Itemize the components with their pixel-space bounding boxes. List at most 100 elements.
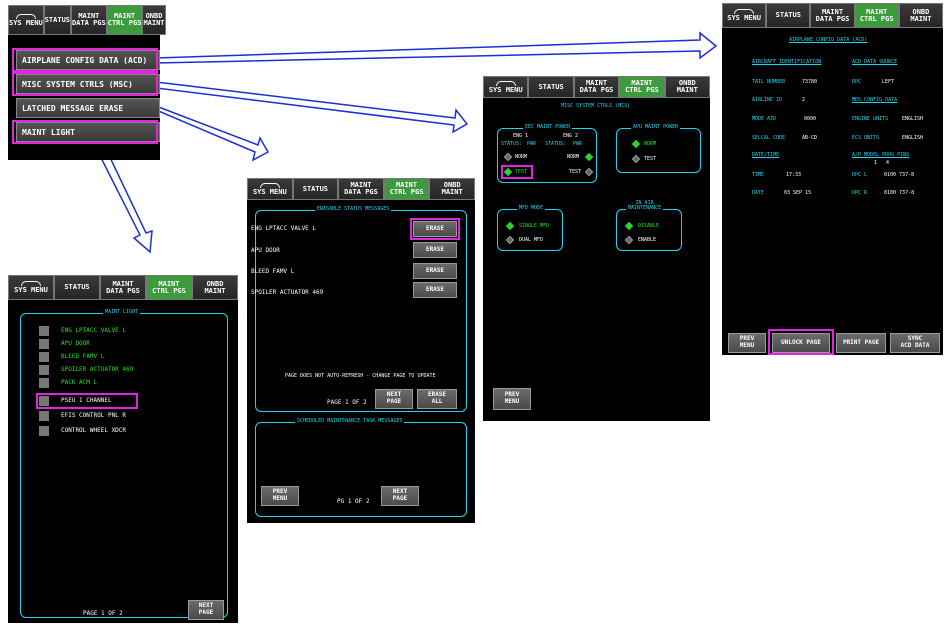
tab-sys-menu[interactable]: SYS MENU: [483, 76, 529, 98]
tab-label: SYS MENU: [488, 85, 523, 94]
airline-id-label: AIRLINE ID: [752, 97, 783, 103]
checkbox-pack-acm[interactable]: [39, 378, 49, 388]
button-label: ERASE: [425, 285, 445, 293]
checkbox-bleed-famv[interactable]: [39, 352, 49, 362]
in-air-title-line: MAINTENANCE: [628, 205, 662, 211]
checkbox-control-wheel[interactable]: [39, 426, 49, 436]
erase-button[interactable]: ERASE: [413, 242, 457, 258]
tab-status[interactable]: STATUS: [292, 178, 339, 200]
tab-sys-menu[interactable]: SYS MENU: [8, 5, 44, 35]
refresh-note: PAGE DOES NOT AUTO-REFRESH - CHANGE PAGE…: [285, 373, 436, 379]
erasable-messages-title: ERASABLE STATUS MESSAGES: [315, 206, 392, 212]
tab-label: STATUS: [44, 15, 71, 24]
tab-maint-data-pgs[interactable]: MAINT DATA PGS: [338, 178, 384, 200]
pwr-label: PWR: [573, 141, 583, 147]
maint-light-box: [20, 313, 228, 618]
next-page-button[interactable]: NEXT PAGE: [188, 600, 224, 620]
tab-label: CTRL PGS: [389, 188, 424, 196]
tab-maint-ctrl-pgs[interactable]: MAINT CTRL PGS: [106, 5, 143, 35]
aircraft-identification-heading: AIRCRAFT IDENTIFICATION: [752, 59, 822, 65]
tab-maint-data-pgs[interactable]: MAINT DATA PGS: [573, 76, 620, 98]
latched-erase-panel: SYS MENU STATUS MAINT DATA PGS MAINT CTRL …: [247, 178, 475, 523]
dpc-r-label: DPC R: [852, 190, 868, 196]
in-air-maintenance-box: [616, 209, 682, 251]
tab-label: DATA PGS: [344, 188, 378, 196]
single-mfd-label: SINGLE MFD: [519, 223, 550, 229]
ecs-units-label: ECS UNITS: [852, 135, 880, 141]
status-label: STATUS:: [545, 141, 567, 147]
tab-maint-ctrl-pgs[interactable]: MAINT CTRL PGS: [619, 76, 665, 98]
erase-button[interactable]: ERASE: [413, 263, 457, 279]
erase-all-button[interactable]: ERASE ALL: [417, 389, 457, 409]
page-indicator: PAGE 1 OF 2: [83, 610, 123, 617]
selcal-code-value: AB-CD: [802, 135, 818, 141]
prev-menu-button[interactable]: PREV MENU: [728, 333, 766, 353]
sync-acd-data-button[interactable]: SYNC ACD DATA: [890, 333, 940, 353]
apu-title: APU MAINT POWER: [631, 124, 681, 130]
tab-status[interactable]: STATUS: [54, 275, 100, 300]
highlight-test: [501, 165, 533, 179]
prev-menu-button[interactable]: PREV MENU: [493, 388, 531, 410]
pin-1-label: 1: [874, 160, 878, 166]
mfd-mode-box: [497, 209, 563, 251]
eec-title: EEC MAINT POWER: [523, 124, 573, 130]
tab-status[interactable]: STATUS: [43, 5, 72, 35]
menu-item-latched-erase[interactable]: LATCHED MESSAGE ERASE: [16, 98, 160, 118]
tab-label: CTRL PGS: [859, 14, 894, 23]
highlight-unlock: [768, 329, 834, 355]
highlight-maint-light: [12, 120, 158, 144]
tab-sys-menu[interactable]: SYS MENU: [722, 3, 767, 28]
tab-maint-ctrl-pgs[interactable]: MAINT CTRL PGS: [854, 3, 899, 28]
apu-norm-label: NORM: [644, 141, 657, 147]
button-label: ERASE: [425, 245, 445, 253]
checkbox-spoiler[interactable]: [39, 365, 49, 375]
tab-onbd-maint[interactable]: ONBD MAINT: [898, 3, 944, 28]
item-label: SPOILER ACTUATOR 469: [61, 366, 134, 373]
tab-status[interactable]: STATUS: [766, 3, 811, 28]
checkbox-eng-lptacc[interactable]: [39, 326, 49, 336]
engine-units-label: ENGINE UNITS: [852, 116, 889, 122]
status-label: STATUS:: [501, 141, 523, 147]
print-page-button[interactable]: PRINT PAGE: [836, 333, 886, 353]
home-arc-icon: [259, 182, 280, 188]
tab-label: STATUS: [775, 11, 801, 19]
next-page-button[interactable]: NEXT PAGE: [375, 389, 413, 409]
item-label: EFIS CONTROL PNL R: [61, 412, 127, 419]
tab-sys-menu[interactable]: SYS MENU: [247, 178, 293, 200]
mds-config-heading: MDS CONFIG DATA: [852, 97, 898, 103]
prev-menu-button[interactable]: PREV MENU: [261, 486, 299, 506]
button-label: PRINT PAGE: [842, 338, 880, 346]
erase-button[interactable]: ERASE: [413, 282, 457, 298]
tab-bar: SYS MENU STATUS MAINT DATA PGS MAINT CTRL …: [8, 5, 166, 35]
next-page-button[interactable]: NEXT PAGE: [381, 486, 419, 506]
button-label: MENU: [272, 495, 288, 502]
item-label: APU DOOR: [61, 340, 90, 347]
enable-label: ENABLE: [638, 237, 657, 243]
pin-4-label: 4: [886, 160, 890, 166]
mode-a3d-value: 0000: [804, 116, 817, 122]
tab-label: DATA PGS: [815, 14, 850, 23]
tab-sys-menu[interactable]: SYS MENU: [8, 275, 54, 300]
tab-status[interactable]: STATUS: [528, 76, 574, 98]
maint-light-panel: SYS MENU STATUS MAINT DATA PGS MAINT CTRL …: [8, 275, 238, 623]
tab-onbd-maint[interactable]: ONBD MAINT: [429, 178, 475, 200]
tab-maint-ctrl-pgs[interactable]: MAINT CTRL PGS: [383, 178, 430, 200]
tab-label: DATA PGS: [106, 286, 140, 295]
arrow-to-acd: [155, 31, 718, 64]
apu-test-label: TEST: [644, 156, 657, 162]
tab-maint-ctrl-pgs[interactable]: MAINT CTRL PGS: [146, 275, 192, 300]
tab-bar: SYS MENU STATUS MAINT DATA PGS MAINT CTRL …: [247, 178, 475, 200]
tab-maint-data-pgs[interactable]: MAINT DATA PGS: [100, 275, 146, 300]
airline-id-value: 2: [802, 97, 806, 103]
highlight-msc: [12, 72, 158, 96]
tab-maint-data-pgs[interactable]: MAINT DATA PGS: [810, 3, 855, 28]
tab-onbd-maint[interactable]: ONBD MAINT: [142, 5, 166, 35]
time-value: 17:33: [786, 172, 802, 178]
tab-onbd-maint[interactable]: ONBD MAINT: [192, 275, 238, 300]
apu-maint-power-box: [616, 128, 701, 173]
tab-onbd-maint[interactable]: ONBD MAINT: [664, 76, 711, 98]
checkbox-apu-door[interactable]: [39, 339, 49, 349]
checkbox-efis[interactable]: [39, 411, 49, 421]
tab-maint-data-pgs[interactable]: MAINT DATA PGS: [71, 5, 107, 35]
tab-label: MAINT: [910, 14, 932, 23]
